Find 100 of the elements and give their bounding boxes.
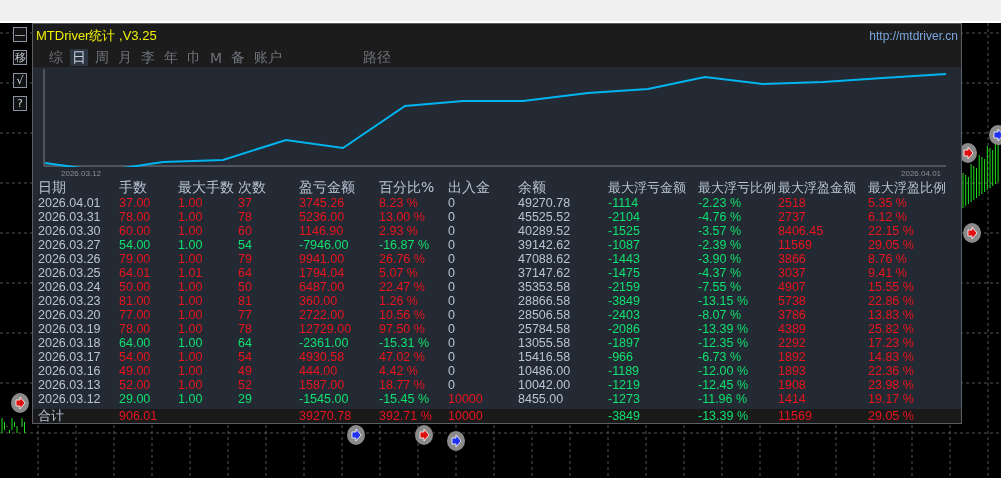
- toolbar-button[interactable]: ?: [13, 96, 27, 111]
- table-cell-text: 39142.62: [518, 238, 572, 252]
- table-cell-text: 2026.03.19: [38, 322, 102, 336]
- column-header: 最大手数: [178, 179, 235, 196]
- table-cell-text: 1146.90: [299, 224, 345, 238]
- table-cell-text: -13.39 %: [698, 322, 750, 336]
- period-tab[interactable]: 巾: [185, 49, 203, 66]
- table-cell-text: -3.57 %: [698, 224, 743, 238]
- table-cell-text: 77.00: [119, 308, 152, 322]
- column-header: 百分比%: [379, 179, 436, 196]
- table-cell-text: 52.00: [119, 378, 152, 392]
- table-cell-text: 8406.45: [778, 224, 825, 238]
- table-cell-text: -1545.00: [299, 392, 350, 406]
- table-cell-text: 0: [448, 378, 456, 392]
- table-cell-text: 49: [238, 364, 253, 378]
- chart-date-label: 2026.04.01: [901, 169, 942, 178]
- table-cell-text: 2026.03.24: [38, 280, 102, 294]
- table-cell-text: 1908: [778, 378, 807, 392]
- total-cell-text: -13.39 %: [698, 409, 750, 423]
- trade-marker-icon: [347, 425, 365, 445]
- table-cell-text: 13055.58: [518, 336, 572, 350]
- table-cell-text: 13.00 %: [379, 210, 426, 224]
- period-tab[interactable]: 年: [162, 49, 180, 66]
- table-cell-text: -1114: [608, 196, 640, 210]
- table-cell-text: 2026.03.20: [38, 308, 102, 322]
- table-cell-text: -2086: [608, 322, 641, 336]
- period-tab[interactable]: M: [208, 49, 225, 66]
- period-tab[interactable]: 周: [93, 49, 111, 66]
- table-cell-text: 15416.58: [518, 350, 572, 364]
- table-cell-text: 15.55 %: [868, 280, 915, 294]
- table-cell-text: 4907: [778, 280, 807, 294]
- table-cell-text: -1219: [608, 378, 641, 392]
- table-cell-text: 54.00: [119, 238, 152, 252]
- table-cell-text: 2026.03.30: [38, 224, 102, 238]
- chart-date-label: 2026.03.12: [61, 169, 102, 178]
- table-cell-text: 54: [238, 238, 253, 252]
- total-cell-text: 39270.78: [299, 409, 353, 423]
- table-cell-text: -1443: [608, 252, 641, 266]
- column-header: 出入金: [448, 179, 491, 196]
- table-cell-text: 54.00: [119, 350, 152, 364]
- table-cell-text: 1.01: [178, 266, 204, 280]
- table-cell-text: -1475: [608, 266, 641, 280]
- path-button[interactable]: 路径: [361, 49, 394, 66]
- toolbar-button[interactable]: —: [13, 27, 27, 42]
- table-cell-text: 0: [448, 280, 456, 294]
- toolbar-button[interactable]: 移: [13, 50, 27, 65]
- total-cell-text: 906.01: [119, 409, 159, 423]
- table-cell-text: 0: [448, 266, 456, 280]
- period-tab[interactable]: 日: [70, 49, 88, 66]
- table-cell-text: 19.17 %: [868, 392, 915, 406]
- table-cell-text: 50.00: [119, 280, 152, 294]
- table-cell-text: 4.42 %: [379, 364, 419, 378]
- table-cell-text: 64: [238, 336, 253, 350]
- table-cell-text: 10.56 %: [379, 308, 426, 322]
- table-cell-text: 14.83 %: [868, 350, 915, 364]
- period-tab[interactable]: 李: [139, 49, 157, 66]
- table-cell-text: 1414: [778, 392, 807, 406]
- table-cell-text: -11.96 %: [698, 392, 749, 406]
- table-cell-text: -3.90 %: [698, 252, 743, 266]
- panel-title: MTDriver统计 ,V3.25: [36, 27, 157, 45]
- column-header: 日期: [38, 179, 67, 196]
- table-cell-text: 18.77 %: [379, 378, 426, 392]
- table-cell-text: 2026.03.12: [38, 392, 102, 406]
- table-cell-text: 50: [238, 280, 253, 294]
- table-cell-text: 2518: [778, 196, 807, 210]
- table-cell-text: 0: [448, 238, 456, 252]
- table-cell-text: 2026.03.16: [38, 364, 102, 378]
- period-tab[interactable]: 综: [47, 49, 65, 66]
- column-header: 最大浮亏金额: [608, 179, 687, 196]
- table-cell-text: 77: [238, 308, 253, 322]
- table-cell-text: 25784.58: [518, 322, 572, 336]
- table-cell-text: 2026.03.25: [38, 266, 102, 280]
- table-cell-text: 37.00: [119, 196, 152, 210]
- table-cell-text: 1.00: [178, 238, 204, 252]
- table-cell-text: 3786: [778, 308, 807, 322]
- table-cell-text: 1.00: [178, 308, 204, 322]
- table-cell-text: 0: [448, 350, 456, 364]
- period-tab[interactable]: 账户: [252, 49, 285, 66]
- table-cell-text: 54: [238, 350, 253, 364]
- toolbar-button[interactable]: √: [13, 73, 27, 88]
- table-cell-text: 23.98 %: [868, 378, 915, 392]
- table-cell-text: 2026.03.17: [38, 350, 102, 364]
- table-cell-text: 22.15 %: [868, 224, 915, 238]
- table-cell-text: 2026.03.13: [38, 378, 102, 392]
- table-cell-text: 0: [448, 308, 456, 322]
- table-cell-text: 9.41 %: [868, 266, 908, 280]
- column-header: 最大浮盈金额: [778, 179, 857, 196]
- table-cell-text: 1.00: [178, 378, 204, 392]
- website-link[interactable]: http://mtdriver.cn: [869, 29, 958, 43]
- table-cell-text: -7.55 %: [698, 280, 743, 294]
- period-tab[interactable]: 月: [116, 49, 134, 66]
- table-cell-text: -2361.00: [299, 336, 350, 350]
- period-tab[interactable]: 备: [229, 49, 248, 66]
- table-cell-text: 0: [448, 210, 456, 224]
- table-cell-text: 8.23 %: [379, 196, 419, 210]
- table-cell-text: 444.00: [299, 364, 339, 378]
- table-cell-text: 64: [238, 266, 253, 280]
- table-cell-text: 12729.00: [299, 322, 353, 336]
- table-cell-text: 81: [238, 294, 253, 308]
- table-cell-text: 11569: [778, 238, 813, 252]
